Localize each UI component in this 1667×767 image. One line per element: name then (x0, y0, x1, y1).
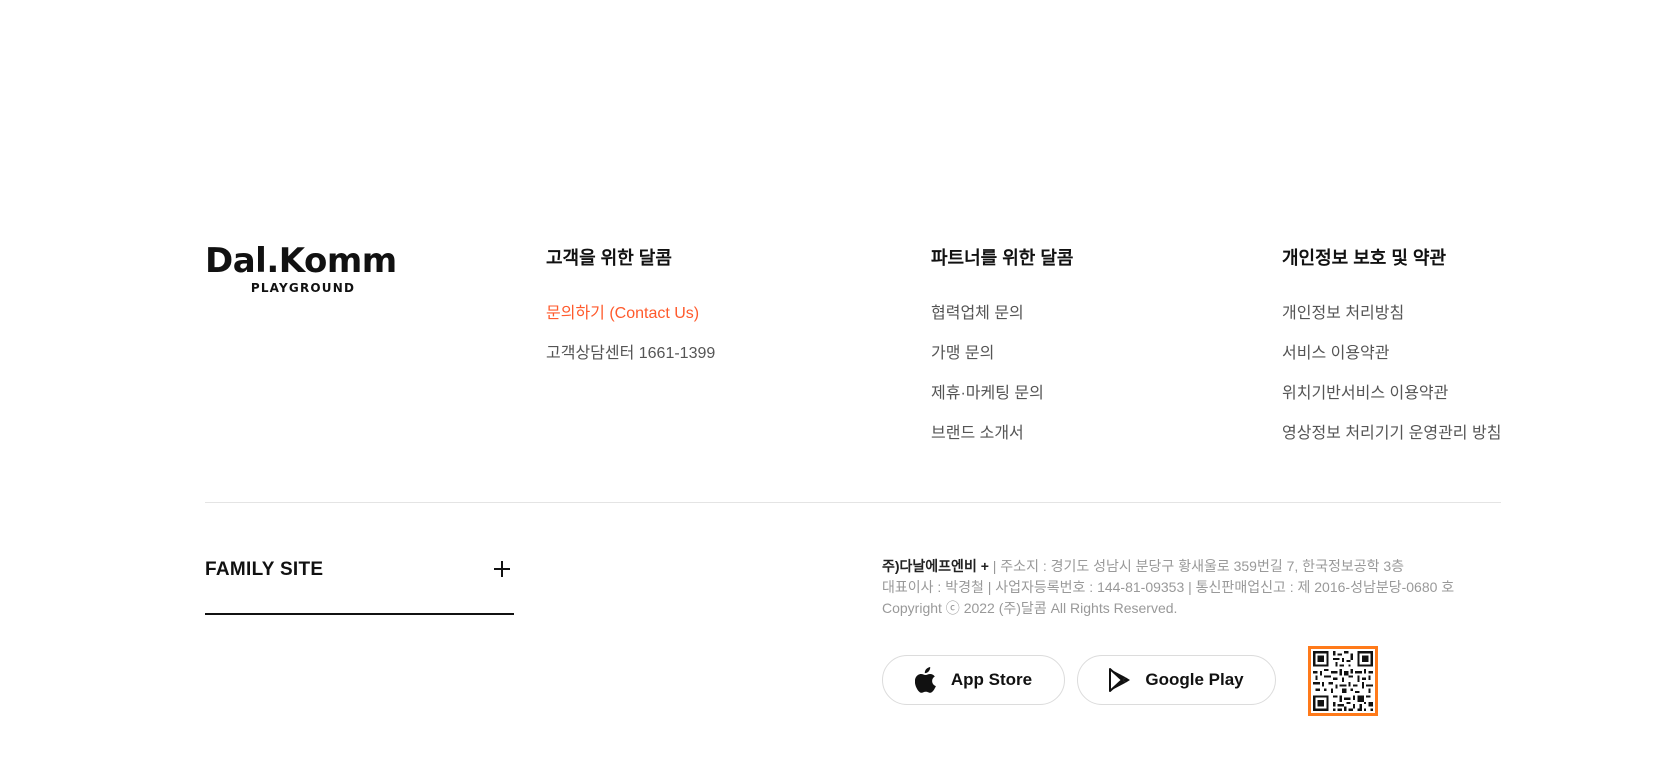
google-play-label: Google Play (1145, 670, 1244, 689)
footer-divider (205, 502, 1501, 503)
google-play-icon (1109, 668, 1131, 692)
company-registration: 대표이사 : 박경철 | 사업자등록번호 : 144-81-09353 | 통신… (882, 579, 1455, 595)
customer-column: 고객을 위한 달콤 문의하기 (Contact Us) 고객상담센터 1661-… (546, 246, 715, 384)
copyright: Copyright ⓒ 2022 (주)달콤 All Rights Reserv… (882, 600, 1178, 616)
brand-logo[interactable]: Dal.Komm PLAYGROUND (205, 244, 401, 295)
cctv-policy-link[interactable]: 영상정보 처리기기 운영관리 방침 (1282, 425, 1501, 442)
customer-center-link[interactable]: 고객상담센터 1661-1399 (546, 345, 715, 362)
list-item: 협력업체 문의 (931, 304, 1073, 344)
company-address: | 주소지 : 경기도 성남시 분당구 황새울로 359번길 7, 한국정보공학… (988, 558, 1405, 574)
brand-intro-link[interactable]: 브랜드 소개서 (931, 425, 1024, 442)
app-store-label: App Store (950, 670, 1033, 689)
google-play-button[interactable]: Google Play (1077, 655, 1276, 705)
privacy-policy-link[interactable]: 개인정보 처리방침 (1282, 305, 1404, 322)
logo-wordmark: Dal.Komm (205, 241, 397, 281)
plus-icon[interactable] (494, 561, 510, 577)
family-site-toggle[interactable]: FAMILY SITE (205, 553, 514, 615)
list-item: 고객상담센터 1661-1399 (546, 344, 715, 384)
list-item: 서비스 이용약관 (1282, 344, 1501, 384)
marketing-inquiry-link[interactable]: 제휴·마케팅 문의 (931, 385, 1044, 402)
supplier-inquiry-link[interactable]: 협력업체 문의 (931, 305, 1024, 322)
column-title: 고객을 위한 달콤 (546, 248, 672, 268)
family-site-label: FAMILY SITE (205, 559, 324, 580)
list-item: 위치기반서비스 이용약관 (1282, 384, 1501, 424)
link-list: 개인정보 처리방침 서비스 이용약관 위치기반서비스 이용약관 영상정보 처리기… (1282, 304, 1501, 464)
link-list: 문의하기 (Contact Us) 고객상담센터 1661-1399 (546, 304, 715, 384)
logo-subtitle: PLAYGROUND (250, 281, 356, 295)
column-title: 개인정보 보호 및 약관 (1282, 248, 1447, 268)
list-item: 문의하기 (Contact Us) (546, 304, 715, 344)
column-title: 파트너를 위한 달콤 (931, 248, 1074, 268)
privacy-column: 개인정보 보호 및 약관 개인정보 처리방침 서비스 이용약관 위치기반서비스 … (1282, 246, 1501, 464)
list-item: 브랜드 소개서 (931, 424, 1073, 464)
partner-column: 파트너를 위한 달콤 협력업체 문의 가맹 문의 제휴·마케팅 문의 브랜드 소… (931, 246, 1073, 464)
list-item: 가맹 문의 (931, 344, 1073, 384)
company-info: 주)다날에프엔비 + | 주소지 : 경기도 성남시 분당구 황새울로 359번… (882, 556, 1454, 619)
apple-icon (914, 667, 936, 693)
location-terms-link[interactable]: 위치기반서비스 이용약관 (1282, 385, 1448, 402)
franchise-inquiry-link[interactable]: 가맹 문의 (931, 345, 994, 362)
terms-of-service-link[interactable]: 서비스 이용약관 (1282, 345, 1390, 362)
qr-code-icon (1311, 649, 1375, 713)
app-store-button[interactable]: App Store (882, 655, 1065, 705)
footer: Dal.Komm PLAYGROUND 고객을 위한 달콤 문의하기 (Cont… (0, 0, 1667, 767)
list-item: 개인정보 처리방침 (1282, 304, 1501, 344)
qr-code (1308, 646, 1378, 716)
company-address-line: 주)다날에프엔비 + | 주소지 : 경기도 성남시 분당구 황새울로 359번… (882, 556, 1454, 577)
link-list: 협력업체 문의 가맹 문의 제휴·마케팅 문의 브랜드 소개서 (931, 304, 1073, 464)
contact-us-link[interactable]: 문의하기 (Contact Us) (546, 305, 699, 322)
company-name: 주)다날에프엔비 + (882, 558, 989, 574)
list-item: 영상정보 처리기기 운영관리 방침 (1282, 424, 1501, 464)
list-item: 제휴·마케팅 문의 (931, 384, 1073, 424)
